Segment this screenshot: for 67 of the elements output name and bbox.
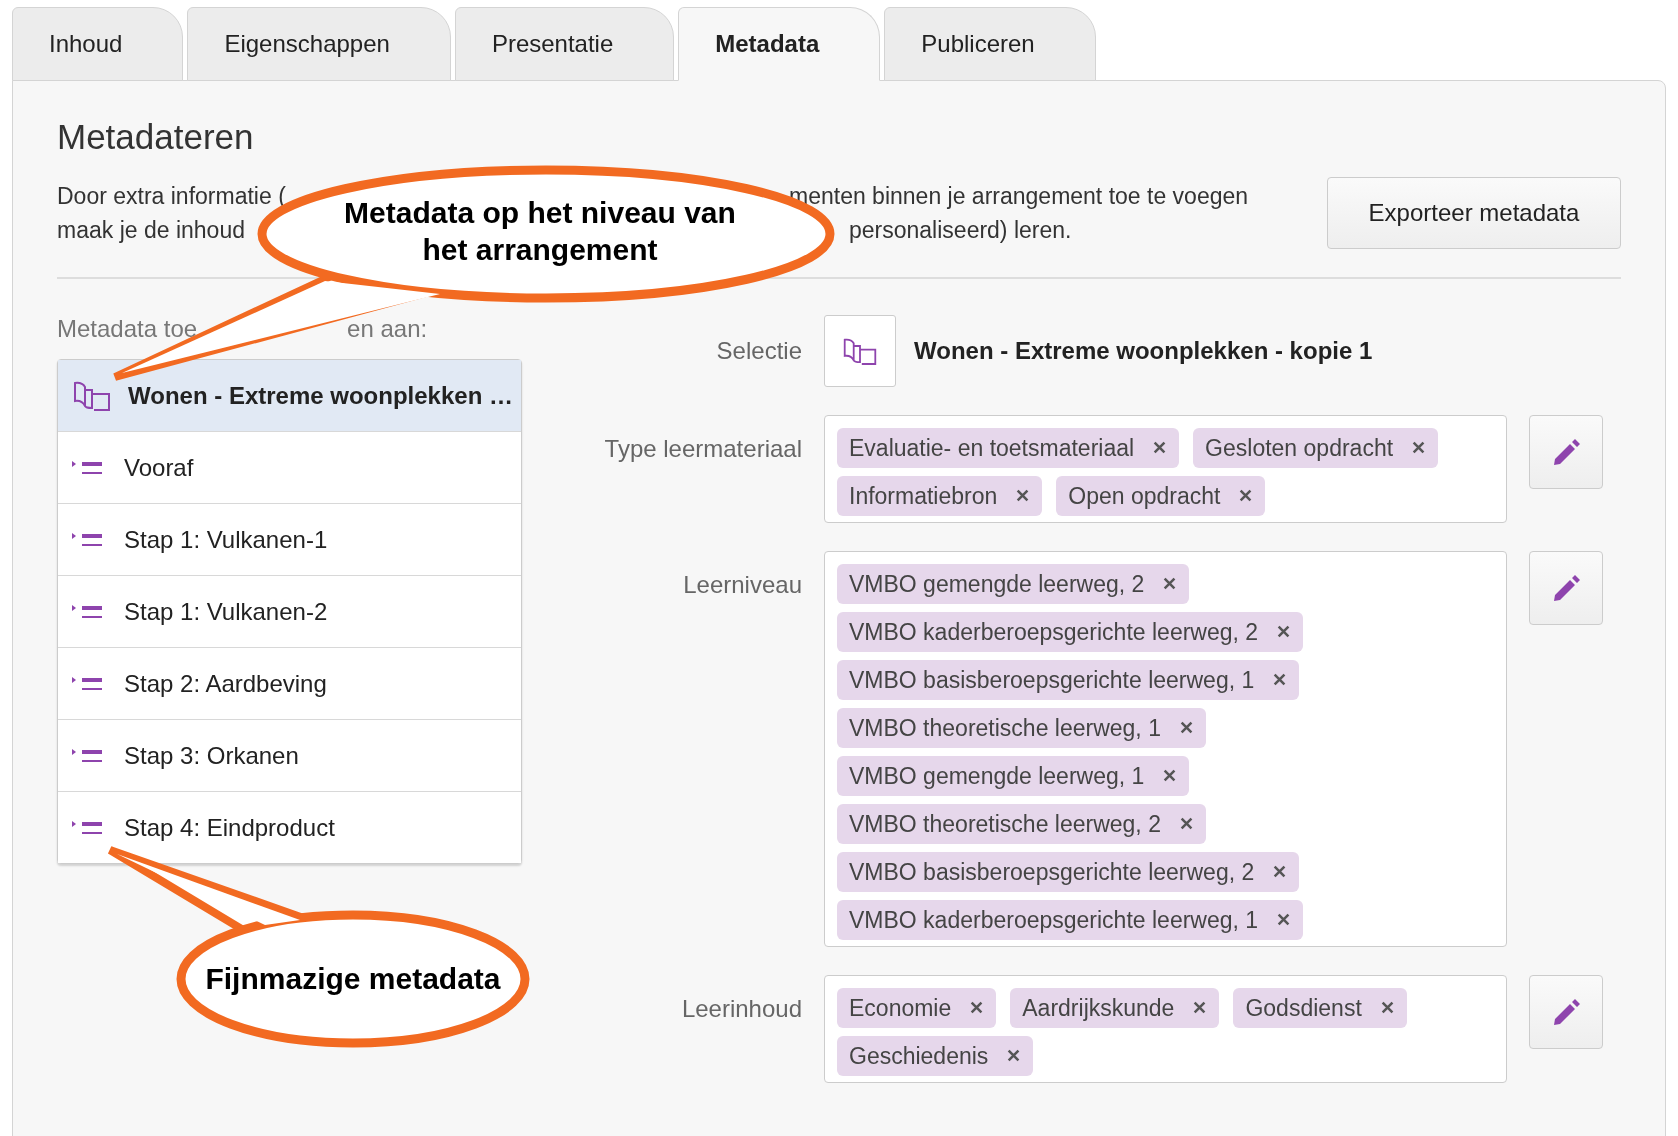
remove-tag-button[interactable]: ✕ (1162, 573, 1178, 595)
tag-label: VMBO basisberoepsgerichte leerweg, 1 (849, 666, 1255, 694)
callout-text: Fijnmazige metadata (204, 961, 502, 997)
outline-item[interactable]: Vooraf (58, 431, 521, 503)
tag-label: Gesloten opdracht (1205, 434, 1394, 462)
remove-tag-button[interactable]: ✕ (1152, 437, 1168, 459)
tree-label: en aan: (347, 315, 428, 343)
tag-label: VMBO basisberoepsgerichte leerweg, 2 (849, 858, 1255, 886)
tag-label: Open opdracht (1068, 482, 1221, 510)
remove-tag-button[interactable]: ✕ (1162, 765, 1178, 787)
edit-button[interactable] (1529, 975, 1603, 1049)
remove-tag-button[interactable]: ✕ (1272, 669, 1288, 691)
edit-button[interactable] (1529, 415, 1603, 489)
tag-label: Geschiedenis (849, 1042, 989, 1070)
remove-tag-button[interactable]: ✕ (1379, 997, 1395, 1019)
tag-field[interactable]: Evaluatie- en toetsmateriaal ✕ Gesloten opdracht ✕ Informatiebron ✕ Open opdracht ✕ (824, 415, 1507, 523)
tag-label: VMBO kaderberoepsgerichte leerweg, 2 (849, 618, 1259, 646)
field-label: Leerniveau (683, 571, 802, 599)
tag-label: Aardrijkskunde (1022, 994, 1175, 1022)
selection-title: Wonen - Extreme woonplekken - kopie 1 (914, 337, 1373, 365)
remove-tag-button[interactable]: ✕ (1276, 621, 1292, 643)
book-icon (842, 336, 878, 366)
tab[interactable]: Publiceren (884, 7, 1096, 81)
tab[interactable]: Eigenschappen (187, 7, 451, 81)
outline-item[interactable]: Stap 1: Vulkanen-1 (58, 503, 521, 575)
remove-tag-button[interactable]: ✕ (1178, 717, 1194, 739)
tag-label: Economie (849, 994, 952, 1022)
tag-label: VMBO theoretische leerweg, 1 (849, 714, 1161, 742)
outline-item[interactable]: Stap 2: Aardbeving (58, 647, 521, 719)
remove-tag-button[interactable]: ✕ (969, 997, 985, 1019)
remove-tag-button[interactable]: ✕ (1276, 909, 1292, 931)
edit-button[interactable] (1529, 551, 1603, 625)
tab[interactable]: Inhoud (12, 7, 184, 81)
outline-item[interactable]: Stap 3: Orkanen (58, 719, 521, 791)
tag-field[interactable] (824, 551, 1507, 947)
tag-label: VMBO kaderberoepsgerichte leerweg, 1 (849, 906, 1259, 934)
callout-text: Metadata op het niveau van het arrangement (343, 195, 737, 268)
tag-label: Informatiebron (849, 482, 998, 510)
tag-label: VMBO gemengde leerweg, 2 (849, 570, 1145, 598)
outline-item[interactable]: Stap 1: Vulkanen-2 (58, 575, 521, 647)
tag-label: Evaluatie- en toetsmateriaal (849, 434, 1135, 462)
tab[interactable]: Presentatie (454, 7, 675, 81)
remove-tag-button[interactable]: ✕ (1015, 485, 1031, 507)
tag-field[interactable]: Economie ✕ Aardrijkskunde ✕ Godsdienst ✕ Geschiedenis ✕ (824, 975, 1507, 1083)
remove-tag-button[interactable]: ✕ (1006, 1045, 1022, 1067)
page-heading: Metadateren (57, 117, 255, 157)
remove-tag-button[interactable]: ✕ (1192, 997, 1208, 1019)
pencil-icon (1551, 997, 1581, 1027)
remove-tag-button[interactable]: ✕ (1238, 485, 1254, 507)
tag-label: VMBO theoretische leerweg, 2 (849, 810, 1161, 838)
field-label: Leerinhoud (681, 995, 802, 1023)
field-label: Selectie (716, 337, 802, 365)
field-label: Type leermateriaal (604, 435, 802, 463)
book-icon (72, 379, 112, 412)
intro-text: maak je de inhoud (57, 217, 245, 243)
remove-tag-button[interactable]: ✕ (1411, 437, 1427, 459)
pencil-icon (1551, 573, 1581, 603)
remove-tag-button[interactable]: ✕ (1178, 813, 1194, 835)
export-button[interactable]: Exporteer metadata (1327, 177, 1621, 249)
tag-label: VMBO gemengde leerweg, 1 (849, 762, 1145, 790)
intro-text: personaliseerd) leren. (849, 217, 1072, 243)
pencil-icon (1551, 437, 1581, 467)
remove-tag-button[interactable]: ✕ (1272, 861, 1288, 883)
tag-label: Godsdienst (1245, 994, 1362, 1022)
outline-item[interactable]: Wonen - Extreme woonplekken … (58, 360, 521, 431)
tree-label: Metadata toe (57, 315, 198, 343)
tab[interactable]: Metadata (678, 7, 881, 81)
